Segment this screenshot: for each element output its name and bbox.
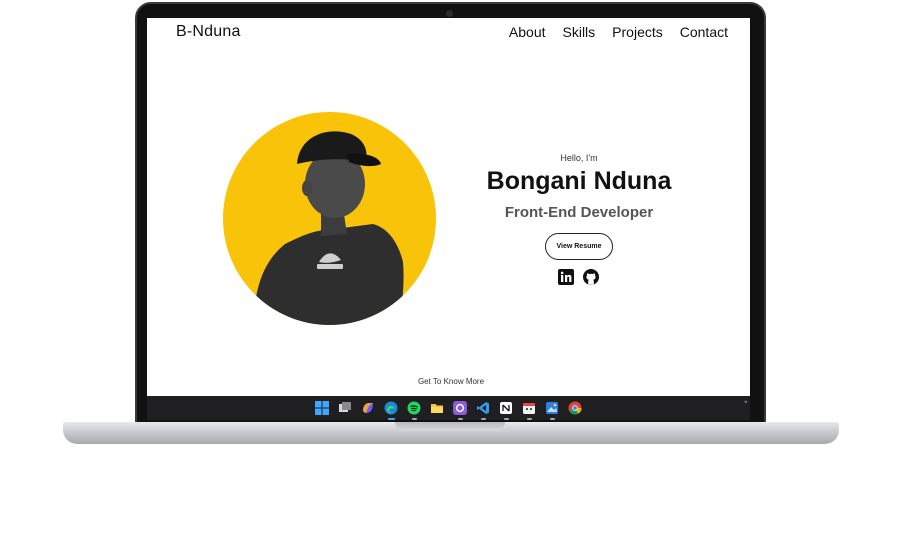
task-view-icon[interactable] <box>337 400 354 417</box>
photos-icon[interactable] <box>544 400 561 420</box>
copilot-icon[interactable] <box>360 400 377 417</box>
github-icon[interactable] <box>583 269 599 285</box>
view-resume-button[interactable]: View Resume <box>545 233 613 260</box>
person-silhouette-icon <box>253 131 404 325</box>
calendar-icon[interactable] <box>521 400 538 420</box>
nav-about[interactable]: About <box>509 24 546 40</box>
laptop-screen: B-Nduna About Skills Projects Contact He… <box>147 18 750 396</box>
hero-greeting: Hello, I'm <box>560 153 598 163</box>
vscode-icon[interactable] <box>475 400 492 420</box>
laptop-opening-notch <box>395 422 505 431</box>
nav-contact[interactable]: Contact <box>680 24 728 40</box>
github-desktop-icon[interactable] <box>452 400 469 420</box>
edge-icon[interactable] <box>383 400 400 420</box>
windows-start-icon[interactable] <box>314 400 331 417</box>
profile-photo <box>223 112 436 325</box>
windows-taskbar: ˅ <box>147 396 750 420</box>
nav-projects[interactable]: Projects <box>612 24 663 40</box>
webcam <box>446 10 453 17</box>
site-logo[interactable]: B-Nduna <box>176 23 241 41</box>
social-links <box>558 269 599 285</box>
hero-role: Front-End Developer <box>504 204 654 221</box>
chrome-icon[interactable] <box>567 400 584 417</box>
chevron-down-icon[interactable]: ˅ <box>744 401 749 411</box>
file-explorer-icon[interactable] <box>429 400 446 417</box>
notion-icon[interactable] <box>498 400 515 420</box>
linkedin-icon[interactable] <box>558 269 574 285</box>
nav-skills[interactable]: Skills <box>563 24 596 40</box>
main-nav: About Skills Projects Contact <box>509 24 728 40</box>
hero-name: Bongani Nduna <box>486 167 672 195</box>
spotify-icon[interactable] <box>406 400 423 420</box>
get-to-know-more-link[interactable]: Get To Know More <box>351 377 551 386</box>
